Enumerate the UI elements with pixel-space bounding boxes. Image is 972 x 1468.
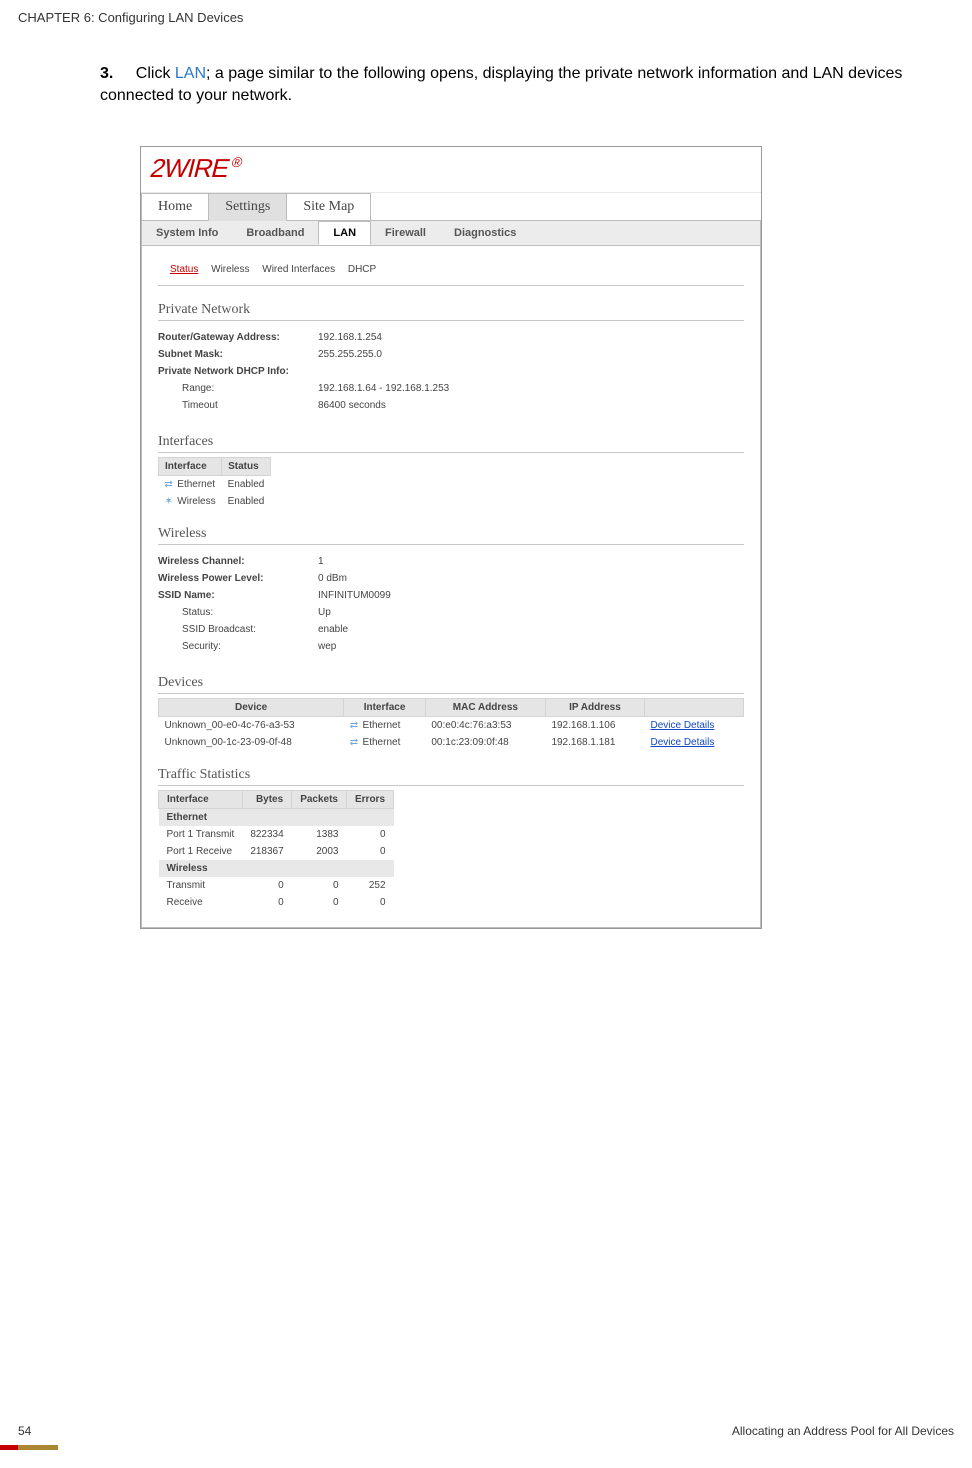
instruction-step: 3. Click LAN; a page similar to the foll… xyxy=(0,25,972,126)
dev-col-ip: IP Address xyxy=(545,699,644,717)
value-ssidbcast: enable xyxy=(318,624,348,635)
table-row: Receive 0 0 0 xyxy=(159,894,394,911)
subtab-firewall[interactable]: Firewall xyxy=(371,222,440,244)
table-row: Transmit 0 0 252 xyxy=(159,877,394,894)
traf-col-errors: Errors xyxy=(347,791,394,809)
dev-col-device: Device xyxy=(159,699,344,717)
inner-nav-wired[interactable]: Wired Interfaces xyxy=(262,264,335,275)
subtab-systeminfo[interactable]: System Info xyxy=(142,222,232,244)
step-post-text: ; a page similar to the following opens,… xyxy=(100,65,902,104)
label-dhcp-info: Private Network DHCP Info: xyxy=(158,366,318,377)
footer-accent-red xyxy=(0,1445,18,1450)
value-wchannel: 1 xyxy=(318,556,324,567)
label-router-addr: Router/Gateway Address: xyxy=(158,332,318,343)
chapter-header: CHAPTER 6: Configuring LAN Devices xyxy=(0,0,972,25)
label-range: Range: xyxy=(158,383,318,394)
lan-link: LAN xyxy=(175,65,206,82)
table-row: Unknown_00-1c-23-09-0f-48 ⇄ Ethernet 00:… xyxy=(159,734,744,751)
step-pre-text: Click xyxy=(136,65,175,82)
traf-col-interface: Interface xyxy=(159,791,243,809)
tab-settings[interactable]: Settings xyxy=(208,193,287,221)
table-row: ✶ Wireless Enabled xyxy=(159,493,271,510)
ethernet-icon: ⇄ xyxy=(350,720,360,730)
page-footer: 54 Allocating an Address Pool for All De… xyxy=(0,1424,972,1438)
ethernet-icon: ⇄ xyxy=(350,737,360,747)
page-number: 54 xyxy=(18,1424,31,1438)
traf-col-bytes: Bytes xyxy=(242,791,291,809)
value-wpower: 0 dBm xyxy=(318,573,347,584)
iface-col-interface: Interface xyxy=(159,458,222,476)
traf-group-wireless: Wireless xyxy=(159,860,394,877)
inner-nav-dhcp[interactable]: DHCP xyxy=(348,264,376,275)
subtab-broadband[interactable]: Broadband xyxy=(232,222,318,244)
section-traffic: Traffic Statistics xyxy=(158,751,744,786)
logo-2wire: 2WIRE® xyxy=(147,153,243,184)
device-details-link[interactable]: Device Details xyxy=(650,720,714,731)
value-range: 192.168.1.64 - 192.168.1.253 xyxy=(318,383,449,394)
section-private-network: Private Network xyxy=(158,286,744,321)
dev-col-mac: MAC Address xyxy=(425,699,545,717)
tab-home[interactable]: Home xyxy=(141,193,209,220)
tab-sitemap[interactable]: Site Map xyxy=(286,193,371,220)
inner-nav: Status Wireless Wired Interfaces DHCP xyxy=(158,256,744,286)
dev-col-interface: Interface xyxy=(344,699,426,717)
label-security: Security: xyxy=(158,641,318,652)
value-subnet: 255.255.255.0 xyxy=(318,349,382,360)
device-details-link[interactable]: Device Details xyxy=(650,737,714,748)
footer-title: Allocating an Address Pool for All Devic… xyxy=(732,1424,954,1438)
section-wireless: Wireless xyxy=(158,510,744,545)
subtab-lan[interactable]: LAN xyxy=(318,221,371,245)
iface-col-status: Status xyxy=(222,458,271,476)
label-wpower: Wireless Power Level: xyxy=(158,573,318,584)
inner-nav-status[interactable]: Status xyxy=(170,264,198,275)
section-devices: Devices xyxy=(158,659,744,694)
label-wstatus: Status: xyxy=(158,607,318,618)
value-security: wep xyxy=(318,641,336,652)
value-ssid: INFINITUM0099 xyxy=(318,590,391,601)
value-wstatus: Up xyxy=(318,607,331,618)
table-row: Port 1 Transmit 822334 1383 0 xyxy=(159,826,394,843)
router-ui-screenshot: 2WIRE® Home Settings Site Map System Inf… xyxy=(140,146,762,929)
label-timeout: Timeout xyxy=(158,400,318,411)
value-router-addr: 192.168.1.254 xyxy=(318,332,382,343)
top-tabs: Home Settings Site Map xyxy=(141,193,761,221)
table-row: Port 1 Receive 218367 2003 0 xyxy=(159,843,394,860)
table-row: Unknown_00-e0-4c-76-a3-53 ⇄ Ethernet 00:… xyxy=(159,717,744,735)
traf-group-ethernet: Ethernet xyxy=(159,809,394,827)
footer-accent-gold xyxy=(18,1445,58,1450)
subtab-diagnostics[interactable]: Diagnostics xyxy=(440,222,530,244)
inner-nav-wireless[interactable]: Wireless xyxy=(211,264,249,275)
dev-col-blank xyxy=(644,699,743,717)
traf-col-packets: Packets xyxy=(292,791,347,809)
table-row: ⇄ Ethernet Enabled xyxy=(159,476,271,494)
label-ssidbcast: SSID Broadcast: xyxy=(158,624,318,635)
sub-tabs: System Info Broadband LAN Firewall Diagn… xyxy=(141,221,761,246)
section-interfaces: Interfaces xyxy=(158,418,744,453)
step-number: 3. xyxy=(100,65,113,82)
wireless-icon: ✶ xyxy=(165,496,175,506)
ethernet-icon: ⇄ xyxy=(165,479,175,489)
label-ssid: SSID Name: xyxy=(158,590,318,601)
value-timeout: 86400 seconds xyxy=(318,400,386,411)
label-subnet: Subnet Mask: xyxy=(158,349,318,360)
label-wchannel: Wireless Channel: xyxy=(158,556,318,567)
